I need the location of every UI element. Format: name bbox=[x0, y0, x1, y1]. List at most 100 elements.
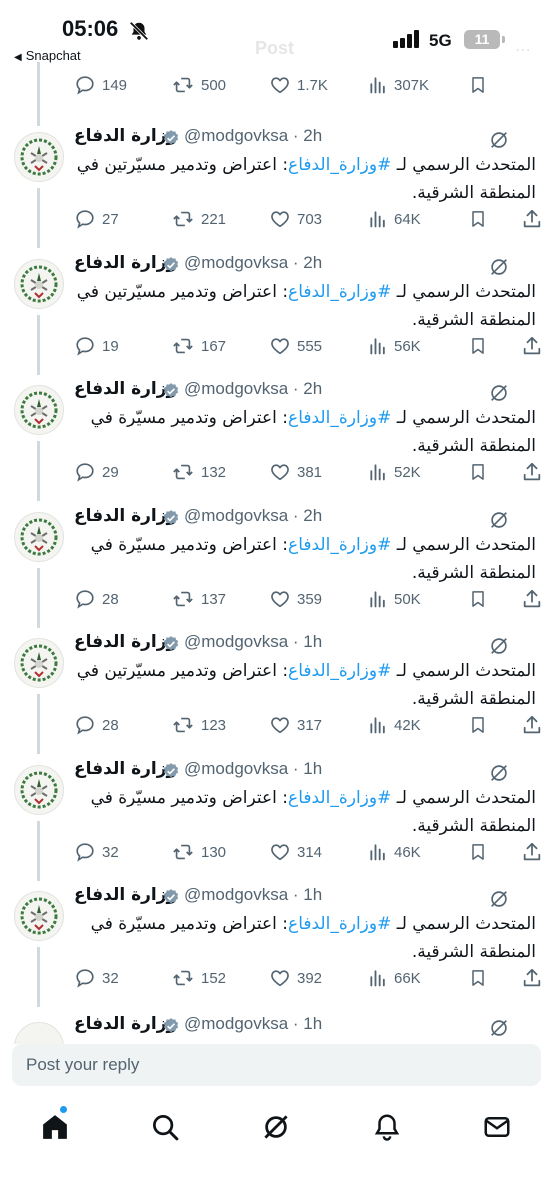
grok-icon[interactable] bbox=[488, 129, 510, 151]
views-button[interactable]: 42K bbox=[368, 714, 421, 736]
views-button[interactable]: 52K bbox=[368, 461, 421, 483]
bookmark-button[interactable] bbox=[468, 714, 488, 736]
bookmark-button[interactable] bbox=[468, 461, 488, 483]
avatar[interactable] bbox=[14, 891, 64, 941]
tweet[interactable]: وزارة الدفاع @modgovksa · 2h المتحدث الرسم… bbox=[0, 506, 553, 633]
bookmark-button[interactable] bbox=[468, 74, 488, 96]
share-button[interactable] bbox=[521, 335, 543, 357]
share-button[interactable] bbox=[521, 714, 543, 736]
messages-icon[interactable] bbox=[482, 1112, 512, 1142]
grok-icon[interactable] bbox=[488, 635, 510, 657]
tweet[interactable]: وزارة الدفاع @modgovksa · 1h المتحدث الرسم… bbox=[0, 885, 553, 1012]
reply-button[interactable]: 149 bbox=[74, 74, 127, 96]
bookmark-button[interactable] bbox=[468, 841, 488, 863]
share-button[interactable] bbox=[521, 841, 543, 863]
avatar[interactable] bbox=[14, 512, 64, 562]
grok-icon[interactable] bbox=[488, 509, 510, 531]
like-button[interactable]: 703 bbox=[269, 208, 322, 230]
repost-button[interactable]: 167 bbox=[171, 335, 226, 357]
views-button[interactable]: 66K bbox=[368, 967, 421, 989]
back-app-label: Snapchat bbox=[25, 48, 81, 63]
grok-icon[interactable] bbox=[261, 1112, 291, 1142]
repost-icon bbox=[173, 591, 193, 607]
bookmark-button[interactable] bbox=[468, 335, 488, 357]
avatar[interactable] bbox=[14, 385, 64, 435]
heart-icon bbox=[271, 844, 289, 861]
back-to-app-link[interactable]: ◀ Snapchat bbox=[14, 48, 81, 63]
views-button[interactable]: 50K bbox=[368, 588, 421, 610]
notifications-icon[interactable] bbox=[372, 1112, 402, 1142]
avatar[interactable] bbox=[14, 1022, 64, 1044]
like-button[interactable]: 314 bbox=[269, 841, 322, 863]
reply-button[interactable]: 29 bbox=[74, 461, 119, 483]
repost-button[interactable]: 137 bbox=[171, 588, 226, 610]
share-button[interactable] bbox=[521, 461, 543, 483]
views-button[interactable]: 307K bbox=[368, 74, 429, 96]
reply-icon bbox=[76, 969, 94, 988]
author-handle[interactable]: @modgovksa · 2h bbox=[184, 506, 322, 526]
grok-icon[interactable] bbox=[488, 888, 510, 910]
share-button[interactable] bbox=[521, 588, 543, 610]
repost-count: 123 bbox=[201, 716, 227, 734]
hashtag-link[interactable]: #وزارة_الدفاع bbox=[288, 661, 391, 681]
avatar[interactable] bbox=[14, 765, 64, 815]
home-icon[interactable] bbox=[40, 1112, 70, 1142]
views-button[interactable]: 56K bbox=[368, 335, 421, 357]
reply-button[interactable]: 27 bbox=[74, 208, 119, 230]
hashtag-link[interactable]: #وزارة_الدفاع bbox=[288, 788, 391, 808]
bookmark-button[interactable] bbox=[468, 967, 488, 989]
tweet[interactable]: وزارة الدفاع @modgovksa · 2h المتحدث الرسم… bbox=[0, 126, 553, 253]
bookmark-button[interactable] bbox=[468, 588, 488, 610]
repost-button[interactable]: 152 bbox=[171, 967, 226, 989]
grok-icon[interactable] bbox=[488, 1017, 510, 1039]
tweet[interactable]: وزارة الدفاع @modgovksa · 2h المتحدث الرسم… bbox=[0, 253, 553, 380]
author-handle[interactable]: @modgovksa · 2h bbox=[184, 126, 322, 146]
reply-input[interactable]: Post your reply bbox=[12, 1044, 541, 1086]
views-button[interactable]: 64K bbox=[368, 208, 421, 230]
hashtag-link[interactable]: #وزارة_الدفاع bbox=[288, 408, 391, 428]
verified-badge-icon bbox=[163, 763, 179, 778]
tweet[interactable]: وزارة الدفاع @modgovksa · 2h المتحدث الرسم… bbox=[0, 379, 553, 506]
like-button[interactable]: 381 bbox=[269, 461, 322, 483]
hashtag-link[interactable]: #وزارة_الدفاع bbox=[288, 155, 391, 175]
avatar[interactable] bbox=[14, 132, 64, 182]
like-button[interactable]: 392 bbox=[269, 967, 322, 989]
reply-button[interactable]: 28 bbox=[74, 588, 119, 610]
repost-button[interactable]: 221 bbox=[171, 208, 226, 230]
tweet[interactable]: وزارة الدفاع @modgovksa · 1h bbox=[0, 1014, 553, 1044]
more-icon[interactable]: ⋯ bbox=[515, 40, 531, 59]
like-button[interactable]: 317 bbox=[269, 714, 322, 736]
author-handle[interactable]: @modgovksa · 2h bbox=[184, 379, 322, 399]
grok-icon[interactable] bbox=[488, 762, 510, 784]
avatar[interactable] bbox=[14, 259, 64, 309]
hashtag-link[interactable]: #وزارة_الدفاع bbox=[288, 535, 391, 555]
author-handle[interactable]: @modgovksa · 1h bbox=[184, 1014, 322, 1034]
search-icon[interactable] bbox=[150, 1112, 180, 1142]
reply-button[interactable]: 32 bbox=[74, 841, 119, 863]
tweet[interactable]: وزارة الدفاع @modgovksa · 1h المتحدث الرسم… bbox=[0, 632, 553, 759]
reply-button[interactable]: 19 bbox=[74, 335, 119, 357]
hashtag-link[interactable]: #وزارة_الدفاع bbox=[288, 282, 391, 302]
grok-icon[interactable] bbox=[488, 256, 510, 278]
repost-button[interactable]: 132 bbox=[171, 461, 226, 483]
like-button[interactable]: 359 bbox=[269, 588, 322, 610]
tweet[interactable]: وزارة الدفاع @modgovksa · 1h المتحدث الرسم… bbox=[0, 759, 553, 886]
bookmark-button[interactable] bbox=[468, 208, 488, 230]
share-button[interactable] bbox=[521, 208, 543, 230]
like-button[interactable]: 1.7K bbox=[269, 74, 328, 96]
hashtag-link[interactable]: #وزارة_الدفاع bbox=[288, 914, 391, 934]
author-handle[interactable]: @modgovksa · 1h bbox=[184, 885, 322, 905]
reply-button[interactable]: 28 bbox=[74, 714, 119, 736]
reply-button[interactable]: 32 bbox=[74, 967, 119, 989]
views-button[interactable]: 46K bbox=[368, 841, 421, 863]
author-handle[interactable]: @modgovksa · 1h bbox=[184, 759, 322, 779]
repost-button[interactable]: 500 bbox=[171, 74, 226, 96]
author-handle[interactable]: @modgovksa · 2h bbox=[184, 253, 322, 273]
like-button[interactable]: 555 bbox=[269, 335, 322, 357]
author-handle[interactable]: @modgovksa · 1h bbox=[184, 632, 322, 652]
share-button[interactable] bbox=[521, 967, 543, 989]
repost-button[interactable]: 130 bbox=[171, 841, 226, 863]
grok-icon[interactable] bbox=[488, 382, 510, 404]
avatar[interactable] bbox=[14, 638, 64, 688]
repost-button[interactable]: 123 bbox=[171, 714, 226, 736]
